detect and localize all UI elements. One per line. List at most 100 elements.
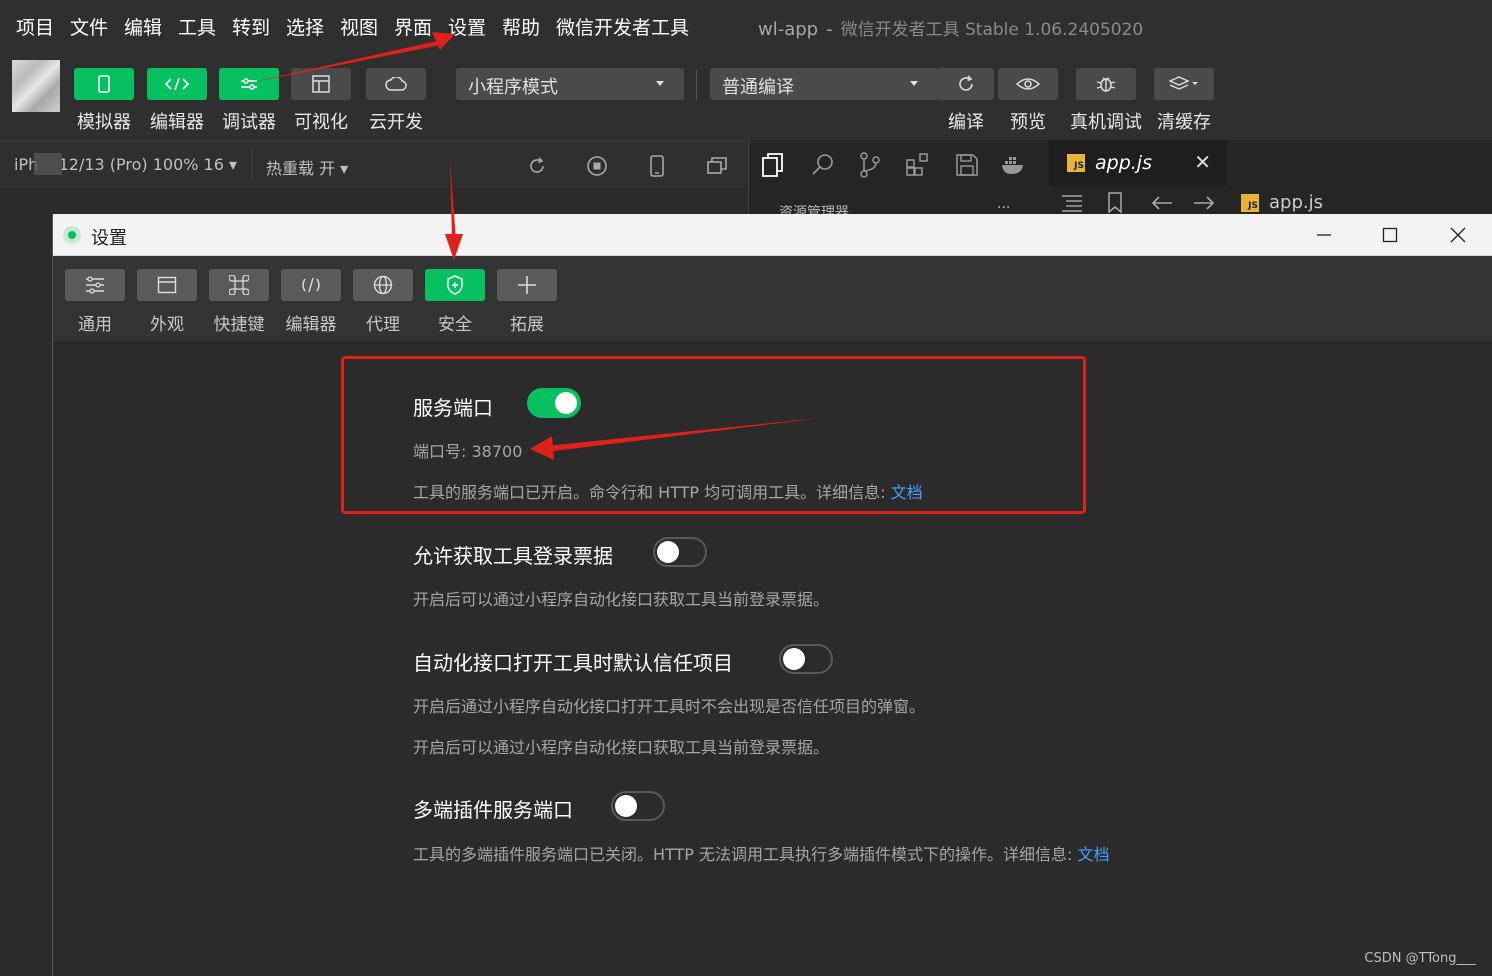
trust-project-toggle[interactable] xyxy=(779,644,833,674)
menu-tools[interactable]: 工具 xyxy=(178,13,216,40)
source-control-icon[interactable] xyxy=(859,152,881,178)
multi-plugin-desc: 工具的多端插件服务端口已关闭。HTTP 无法调用工具执行多端插件模式下的操作。详… xyxy=(413,845,1110,864)
explorer-icon[interactable] xyxy=(761,152,785,178)
detach-window-icon[interactable] xyxy=(706,155,728,177)
tab-extensions-label: 拓展 xyxy=(510,315,544,335)
tab-security[interactable] xyxy=(425,269,485,301)
arrow-left-icon[interactable] xyxy=(1151,196,1173,210)
tab-app-js[interactable]: JS app.js ✕ xyxy=(1049,140,1227,186)
editor-label: 编辑器 xyxy=(150,112,204,133)
close-icon[interactable]: ✕ xyxy=(1194,150,1211,174)
menu-edit[interactable]: 编辑 xyxy=(124,13,162,40)
menu-ghost-text: ▔▔▔ ▔▔▔ ▔▔▔ ▔▔▔ ▔▔▔ ▔▔▔ xyxy=(20,0,283,10)
minimize-button[interactable] xyxy=(1299,220,1349,250)
outline-icon[interactable] xyxy=(1061,194,1083,212)
debugger-icon xyxy=(241,78,257,90)
menu-select[interactable]: 选择 xyxy=(286,13,324,40)
debugger-label: 调试器 xyxy=(222,112,276,133)
shield-icon xyxy=(447,275,463,295)
close-icon xyxy=(1450,227,1466,243)
product-version: 微信开发者工具 Stable 1.06.2405020 xyxy=(840,20,1144,40)
phone-icon[interactable] xyxy=(648,155,666,177)
editor-button[interactable] xyxy=(147,68,207,100)
mode-select-value: 小程序模式 xyxy=(468,77,558,98)
device-bar: iPh 12/13 (Pro) 100% 16 ▾ 热重载 开 ▾ xyxy=(0,140,746,188)
mode-select[interactable]: 小程序模式 xyxy=(456,68,684,100)
breadcrumb[interactable]: JS app.js xyxy=(1241,192,1323,213)
stop-icon[interactable] xyxy=(586,155,608,177)
chevron-down-icon xyxy=(656,81,664,86)
maximize-button[interactable] xyxy=(1365,220,1415,250)
bug-icon xyxy=(1096,77,1116,92)
tab-general-label: 通用 xyxy=(78,315,112,335)
hot-reload-select[interactable]: 热重载 开 ▾ xyxy=(266,155,348,179)
arrow-right-icon[interactable] xyxy=(1193,196,1215,210)
multi-plugin-title: 多端插件服务端口 xyxy=(413,798,573,822)
trust-project-desc-1: 开启后通过小程序自动化接口打开工具时不会出现是否信任项目的弹窗。 xyxy=(413,697,926,716)
login-ticket-title: 允许获取工具登录票据 xyxy=(413,544,613,568)
phone-icon xyxy=(98,75,110,93)
breadcrumb-file: app.js xyxy=(1269,192,1323,213)
login-ticket-toggle[interactable] xyxy=(653,537,707,567)
debugger-button[interactable] xyxy=(219,68,279,100)
bookmark-icon[interactable] xyxy=(1107,192,1123,214)
command-icon xyxy=(229,275,249,295)
tab-proxy-label: 代理 xyxy=(366,315,400,335)
compile-select[interactable]: 普通编译 xyxy=(710,68,938,100)
tab-shortcuts-label: 快捷键 xyxy=(213,315,265,335)
cloud-button[interactable] xyxy=(366,68,426,100)
settings-dialog: 设置 通用 外观 快捷键 编辑器 代理 安全 拓展 服务端口 端口号: 3870… xyxy=(52,214,1492,976)
eye-icon xyxy=(1016,78,1040,90)
wechat-devtools-logo xyxy=(63,226,81,244)
menu-goto[interactable]: 转到 xyxy=(232,13,270,40)
toolbar-divider xyxy=(696,70,697,100)
close-button[interactable] xyxy=(1433,220,1483,250)
js-file-icon: JS xyxy=(1241,193,1259,212)
simulator-button[interactable] xyxy=(74,68,134,100)
compile-button[interactable] xyxy=(938,68,994,100)
tab-extensions[interactable] xyxy=(497,269,557,301)
menu-project[interactable]: 项目 xyxy=(16,13,54,40)
tab-appearance[interactable] xyxy=(137,269,197,301)
cloud-label: 云开发 xyxy=(369,112,423,133)
window-icon xyxy=(157,276,177,294)
tab-appearance-label: 外观 xyxy=(150,315,184,335)
multi-plugin-toggle[interactable] xyxy=(611,791,665,821)
rotate-icon[interactable] xyxy=(526,155,548,177)
plus-icon xyxy=(518,276,536,294)
refresh-icon xyxy=(959,75,973,91)
tab-editor[interactable] xyxy=(281,269,341,301)
preview-label: 预览 xyxy=(1010,112,1046,133)
menu-view[interactable]: 视图 xyxy=(340,13,378,40)
visual-button[interactable] xyxy=(291,68,351,100)
tab-proxy[interactable] xyxy=(353,269,413,301)
settings-tabs: 通用 外观 快捷键 编辑器 代理 安全 拓展 xyxy=(53,256,1492,342)
dialog-titlebar: 设置 xyxy=(53,214,1492,256)
security-settings-panel: 服务端口 端口号: 38700 工具的服务端口已开启。命令行和 HTTP 均可调… xyxy=(53,342,1492,976)
tab-shortcuts[interactable] xyxy=(209,269,269,301)
docs-link[interactable]: 文档 xyxy=(1078,845,1110,864)
menu-file[interactable]: 文件 xyxy=(70,13,108,40)
menu-settings[interactable]: 设置 xyxy=(448,13,486,40)
docker-icon[interactable] xyxy=(1001,152,1027,178)
devbar-divider xyxy=(252,149,253,181)
login-ticket-desc: 开启后可以通过小程序自动化接口获取工具当前登录票据。 xyxy=(413,590,830,609)
extensions-icon[interactable] xyxy=(905,152,931,178)
tab-general[interactable] xyxy=(65,269,125,301)
editor-header: JS app.js ✕ 资源管理器 ··· JS app.js xyxy=(748,140,1492,221)
real-device-debug-button[interactable] xyxy=(1076,68,1136,100)
clear-cache-button[interactable] xyxy=(1154,68,1214,100)
menu-bar: ▔▔▔ ▔▔▔ ▔▔▔ ▔▔▔ ▔▔▔ ▔▔▔ 项目 文件 编辑 工具 转到 选… xyxy=(0,0,1492,54)
trust-project-title: 自动化接口打开工具时默认信任项目 xyxy=(413,651,733,675)
trust-project-desc-2: 开启后可以通过小程序自动化接口获取工具当前登录票据。 xyxy=(413,738,830,757)
menu-help[interactable]: 帮助 xyxy=(502,13,540,40)
avatar[interactable] xyxy=(12,60,60,112)
save-icon[interactable] xyxy=(955,152,979,178)
sliders-icon xyxy=(86,276,104,294)
tab-security-label: 安全 xyxy=(438,315,472,335)
preview-button[interactable] xyxy=(998,68,1058,100)
js-file-icon: JS xyxy=(1067,154,1085,172)
search-icon[interactable] xyxy=(811,152,835,178)
menu-interface[interactable]: 界面 xyxy=(394,13,432,40)
menu-wechat-devtools[interactable]: 微信开发者工具 xyxy=(556,13,689,40)
